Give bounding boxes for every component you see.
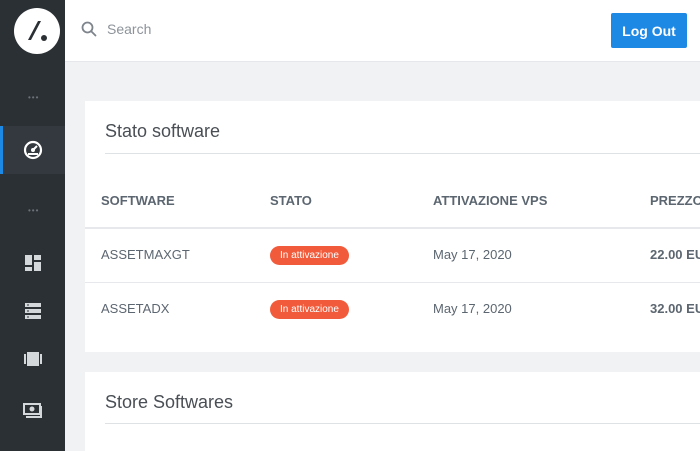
card-divider (105, 153, 700, 154)
app-logo[interactable] (14, 8, 60, 54)
table-cell-activation: May 17, 2020 (433, 301, 512, 316)
card-title: Store Softwares (105, 392, 234, 412)
sidebar-item-dashboard[interactable] (0, 126, 65, 174)
column-header-software[interactable]: SOFTWARE (101, 193, 175, 208)
section-divider-dots: ••• (28, 93, 40, 102)
dashboard-gauge-icon (23, 140, 42, 160)
column-header-activation[interactable]: ATTIVAZIONE VPS (433, 193, 547, 208)
top-bar: Log Out (65, 0, 700, 62)
sidebar-item-chip[interactable] (0, 335, 65, 383)
table-cell-price: 22.00 EUR (650, 247, 700, 262)
table-cell-price: 32.00 EUR (650, 301, 700, 316)
card-divider (105, 423, 700, 424)
status-badge: In attivazione (270, 300, 349, 319)
store-softwares-card: Store Softwares (85, 372, 700, 451)
table-header-divider (85, 227, 700, 229)
table-cell-software: ASSETADX (101, 301, 170, 316)
logout-button[interactable]: Log Out (611, 13, 687, 48)
column-header-status[interactable]: STATO (270, 193, 312, 208)
sidebar-item-widgets[interactable] (0, 239, 65, 287)
server-icon (24, 303, 41, 319)
widgets-icon (24, 255, 41, 271)
chip-icon (23, 352, 42, 366)
table-cell-activation: May 17, 2020 (433, 247, 512, 262)
column-header-price[interactable]: PREZZO (650, 193, 700, 208)
table-cell-software: ASSETMAXGT (101, 247, 190, 262)
money-icon (22, 403, 42, 418)
status-badge: In attivazione (270, 246, 349, 265)
section-divider-dots: ••• (28, 206, 40, 215)
logo-icon (28, 21, 47, 41)
search-input[interactable] (107, 17, 407, 41)
search-icon[interactable] (81, 21, 97, 37)
sidebar-item-servers[interactable] (0, 287, 65, 335)
row-divider (85, 282, 700, 283)
card-title: Stato software (105, 121, 221, 141)
sidebar-item-billing[interactable] (0, 386, 65, 434)
sidebar: ••• ••• (0, 0, 65, 451)
software-status-card: Stato software SOFTWARE STATO ATTIVAZION… (85, 101, 700, 352)
